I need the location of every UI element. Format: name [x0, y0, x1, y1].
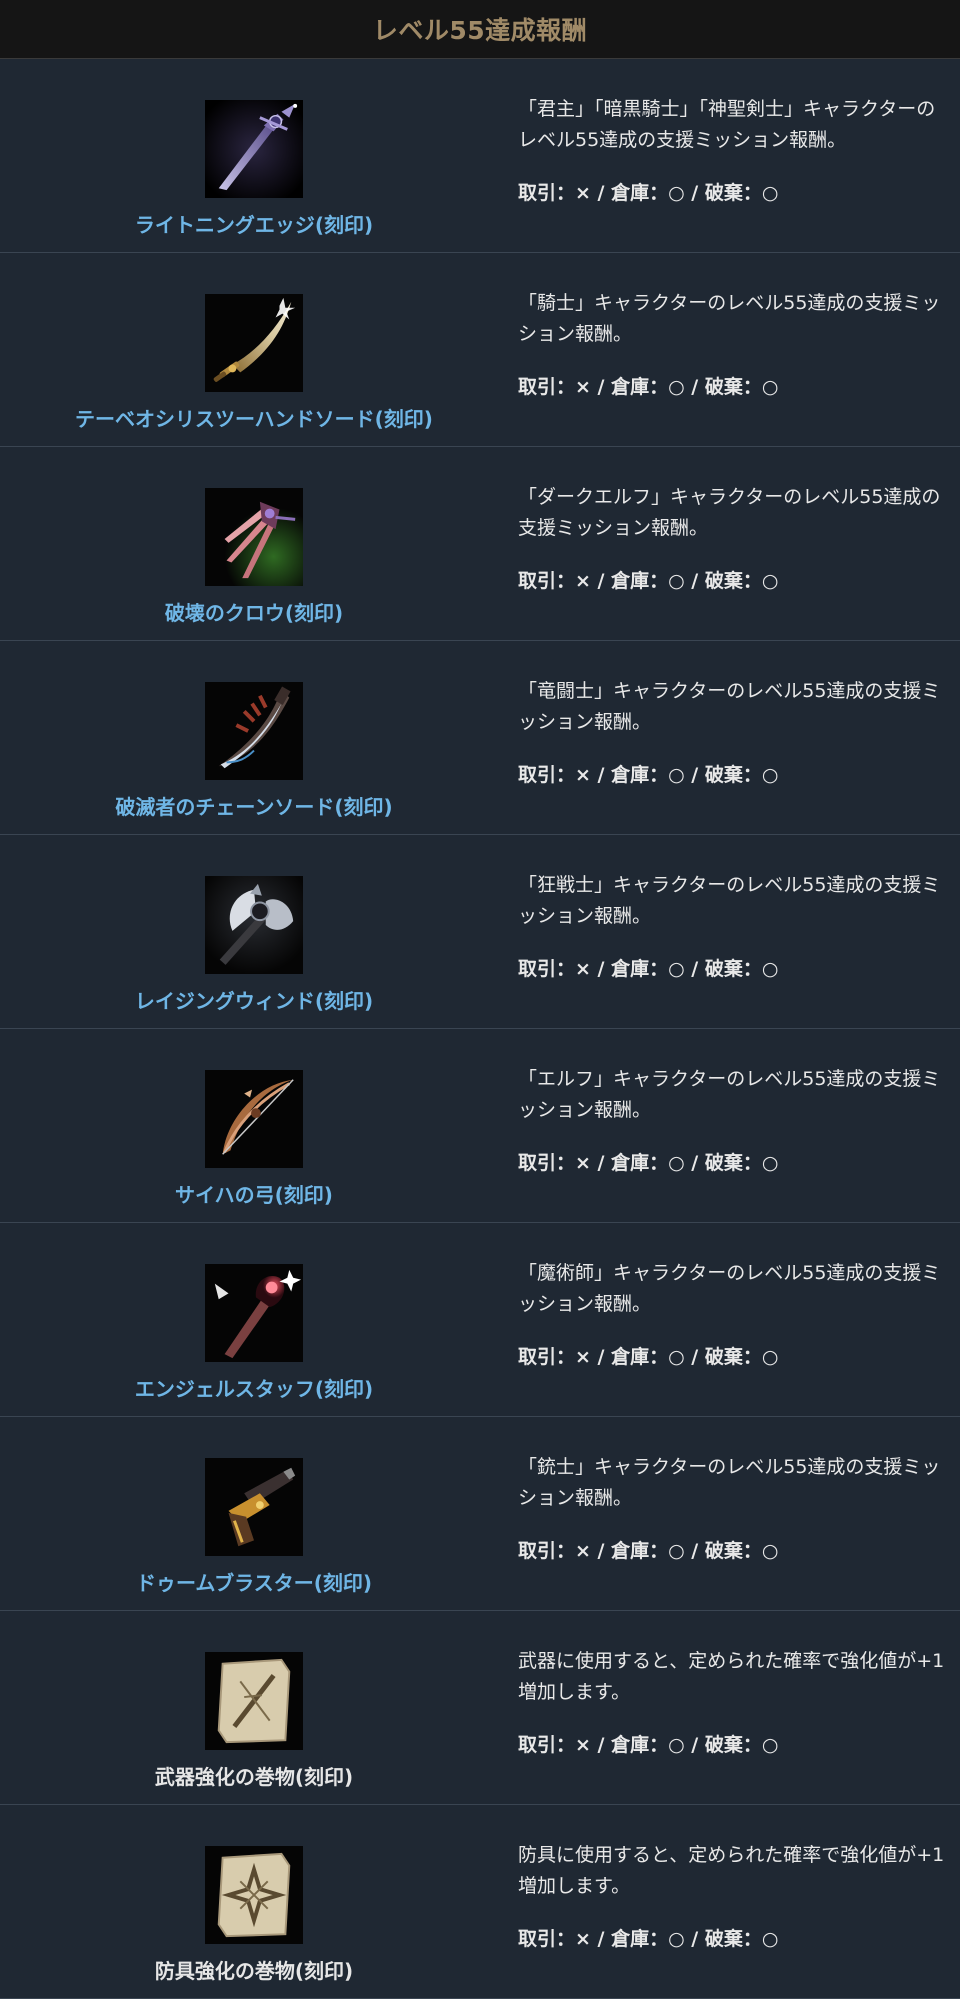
list-item: 武器強化の巻物(刻印) 武器に使用すると、定められた確率で強化値が+1増加します… — [0, 1611, 960, 1805]
list-item: ライトニングエッジ(刻印) 「君主」「暗黒騎士」「神聖剣士」キャラクターのレベル… — [0, 59, 960, 253]
item-name: テーベオシリスツーハンドソード(刻印) — [75, 407, 433, 431]
dagger-icon — [205, 100, 303, 198]
weapon-scroll-icon — [205, 1652, 303, 1750]
trade-info: 取引：× / 倉庫：○ / 破棄：○ — [518, 182, 779, 204]
trade-info: 取引：× / 倉庫：○ / 破棄：○ — [518, 1928, 779, 1950]
page-title: レベル55達成報酬 — [372, 16, 588, 45]
item-description: 「ダークエルフ」キャラクターのレベル55達成の支援ミッション報酬。 — [518, 486, 941, 539]
trade-info: 取引：× / 倉庫：○ / 破棄：○ — [518, 1346, 779, 1368]
item-description: 「狂戦士」キャラクターのレベル55達成の支援ミッション報酬。 — [518, 874, 941, 927]
list-item: サイハの弓(刻印) 「エルフ」キャラクターのレベル55達成の支援ミッション報酬。… — [0, 1029, 960, 1223]
item-name: ドゥームブラスター(刻印) — [135, 1571, 373, 1595]
item-name: 破滅者のチェーンソード(刻印) — [115, 795, 393, 819]
item-description: 防具に使用すると、定められた確率で強化値が+1増加します。 — [518, 1844, 945, 1897]
list-item: 破壊のクロウ(刻印) 「ダークエルフ」キャラクターのレベル55達成の支援ミッショ… — [0, 447, 960, 641]
list-item: ドゥームブラスター(刻印) 「銃士」キャラクターのレベル55達成の支援ミッション… — [0, 1417, 960, 1611]
claw-icon — [205, 488, 303, 586]
item-name: ライトニングエッジ(刻印) — [134, 213, 374, 237]
item-description: 武器に使用すると、定められた確率で強化値が+1増加します。 — [518, 1650, 945, 1703]
list-item: 防具強化の巻物(刻印) 防具に使用すると、定められた確率で強化値が+1増加します… — [0, 1805, 960, 1999]
trade-info: 取引：× / 倉庫：○ / 破棄：○ — [518, 1734, 779, 1756]
trade-info: 取引：× / 倉庫：○ / 破棄：○ — [518, 764, 779, 786]
item-name: 防具強化の巻物(刻印) — [154, 1959, 354, 1983]
staff-icon — [205, 1264, 303, 1362]
armor-scroll-icon — [205, 1846, 303, 1944]
item-description: 「竜闘士」キャラクターのレベル55達成の支援ミッション報酬。 — [518, 680, 941, 733]
item-name: 武器強化の巻物(刻印) — [154, 1765, 354, 1789]
axe-icon — [205, 876, 303, 974]
page-header: レベル55達成報酬 — [0, 0, 960, 59]
item-name: レイジングウィンド(刻印) — [134, 989, 374, 1013]
item-name: サイハの弓(刻印) — [175, 1183, 333, 1207]
list-item: テーベオシリスツーハンドソード(刻印) 「騎士」キャラクターのレベル55達成の支… — [0, 253, 960, 447]
chain-sword-icon — [205, 682, 303, 780]
trade-info: 取引：× / 倉庫：○ / 破棄：○ — [518, 1540, 779, 1562]
item-description: 「エルフ」キャラクターのレベル55達成の支援ミッション報酬。 — [518, 1068, 941, 1121]
reward-list: ライトニングエッジ(刻印) 「君主」「暗黒騎士」「神聖剣士」キャラクターのレベル… — [0, 59, 960, 1999]
item-description: 「魔術師」キャラクターのレベル55達成の支援ミッション報酬。 — [518, 1262, 941, 1315]
list-item: 破滅者のチェーンソード(刻印) 「竜闘士」キャラクターのレベル55達成の支援ミッ… — [0, 641, 960, 835]
bow-icon — [205, 1070, 303, 1168]
item-description: 「騎士」キャラクターのレベル55達成の支援ミッション報酬。 — [518, 292, 941, 345]
item-description: 「銃士」キャラクターのレベル55達成の支援ミッション報酬。 — [518, 1456, 941, 1509]
item-name: 破壊のクロウ(刻印) — [164, 601, 344, 625]
trade-info: 取引：× / 倉庫：○ / 破棄：○ — [518, 1152, 779, 1174]
item-description: 「君主」「暗黒騎士」「神聖剣士」キャラクターのレベル55達成の支援ミッション報酬… — [518, 98, 936, 151]
pistol-icon — [205, 1458, 303, 1556]
trade-info: 取引：× / 倉庫：○ / 破棄：○ — [518, 570, 779, 592]
trade-info: 取引：× / 倉庫：○ / 破棄：○ — [518, 958, 779, 980]
trade-info: 取引：× / 倉庫：○ / 破棄：○ — [518, 376, 779, 398]
list-item: レイジングウィンド(刻印) 「狂戦士」キャラクターのレベル55達成の支援ミッショ… — [0, 835, 960, 1029]
list-item: エンジェルスタッフ(刻印) 「魔術師」キャラクターのレベル55達成の支援ミッショ… — [0, 1223, 960, 1417]
scimitar-icon — [205, 294, 303, 392]
item-name: エンジェルスタッフ(刻印) — [134, 1377, 374, 1401]
